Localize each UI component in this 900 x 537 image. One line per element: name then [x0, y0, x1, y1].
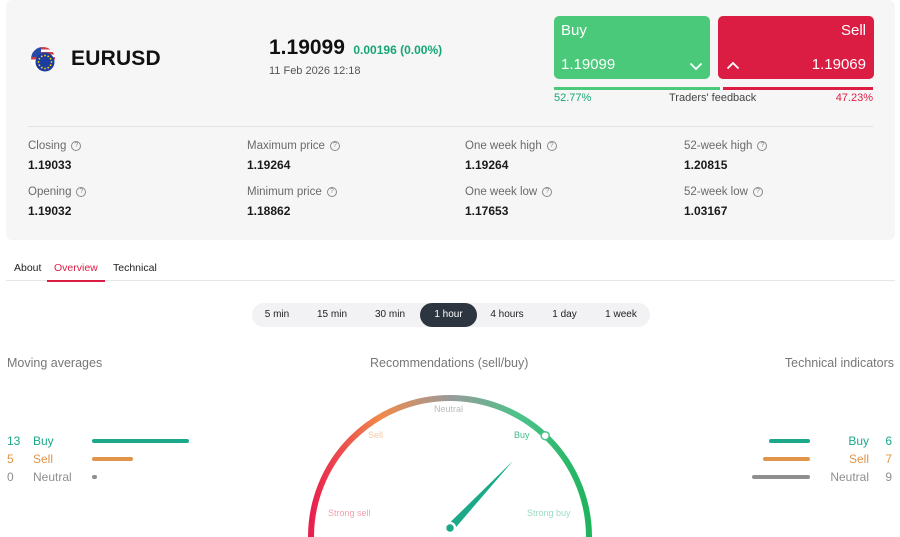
traders-feedback-bar: [554, 87, 873, 90]
section-tabs: About Overview Technical: [6, 257, 895, 282]
gauge-position-dot: [540, 430, 550, 441]
info-icon[interactable]: ?: [752, 187, 763, 197]
technical-indicators-title: Technical indicators: [784, 356, 894, 370]
period-1-week[interactable]: 1 week: [596, 303, 646, 327]
chevron-up-icon: [726, 59, 740, 71]
stat-52-week-low: 52-week low? 1.03167: [684, 186, 763, 218]
feedback-buy-fill: [554, 87, 720, 90]
ti-neutral-count: 9: [885, 470, 892, 484]
stat-label: 52-week low: [684, 186, 748, 198]
stat-value: 1.19032: [28, 204, 72, 218]
stat-label: One week high: [465, 140, 542, 152]
feedback-sell-percent: 47.23%: [835, 92, 873, 104]
stat-one-week-low: One week low? 1.17653: [465, 186, 553, 218]
ti-buy-count: 6: [885, 434, 892, 448]
buy-label: Buy: [561, 22, 587, 39]
ti-buy-bar: [769, 439, 810, 443]
ma-sell-bar: [92, 457, 133, 461]
buy-price: 1.19099: [561, 56, 616, 73]
price-block: 1.19099 0.00196 (0.00%) 11 Feb 2026 12:1…: [269, 36, 442, 77]
gauge-label-strong-sell: Strong sell: [328, 508, 371, 518]
stat-opening: Opening? 1.19032: [28, 186, 87, 218]
period-1-day[interactable]: 1 day: [542, 303, 587, 327]
stat-value: 1.19033: [28, 158, 72, 172]
info-icon[interactable]: ?: [546, 141, 557, 151]
ma-buy-label: Buy: [33, 434, 54, 448]
period-15-min[interactable]: 15 min: [306, 303, 358, 327]
symbol-name: EURUSD: [71, 47, 161, 70]
gauge-label-neutral: Neutral: [434, 404, 463, 414]
ma-buy-bar: [92, 439, 189, 443]
gauge-label-buy: Buy: [514, 430, 530, 440]
feedback-sell-fill: [723, 87, 873, 90]
recommendation-gauge: Strong sell Sell Neutral Buy Strong buy: [300, 378, 600, 537]
stat-one-week-high: One week high? 1.19264: [465, 140, 557, 172]
timeframe-selector: 5 min 15 min 30 min 1 hour 4 hours 1 day…: [252, 303, 650, 327]
feedback-buy-percent: 52.77%: [554, 92, 592, 104]
stat-value: 1.03167: [684, 204, 728, 218]
stat-52-week-high: 52-week high? 1.20815: [684, 140, 768, 172]
current-price: 1.19099: [269, 36, 345, 59]
stat-maximum-price: Maximum price? 1.19264: [247, 140, 340, 172]
stat-minimum-price: Minimum price? 1.18862: [247, 186, 337, 218]
chevron-down-icon: [689, 59, 703, 71]
info-icon[interactable]: ?: [757, 141, 768, 151]
stat-label: 52-week high: [684, 140, 753, 152]
card-divider: [28, 126, 873, 127]
ti-sell-bar: [763, 457, 810, 461]
tab-overview[interactable]: Overview: [47, 262, 105, 282]
ma-neutral-count: 0: [7, 470, 14, 484]
sell-price: 1.19069: [811, 56, 866, 73]
price-datetime: 11 Feb 2026 12:18: [269, 65, 361, 77]
gauge-label-strong-buy: Strong buy: [527, 508, 571, 518]
info-icon[interactable]: ?: [76, 187, 87, 197]
period-30-min[interactable]: 30 min: [364, 303, 416, 327]
stat-value: 1.20815: [684, 158, 728, 172]
price-change: 0.00196 (0.00%): [353, 43, 443, 57]
moving-averages-title: Moving averages: [7, 356, 103, 370]
ti-neutral-bar: [752, 475, 810, 479]
ti-sell-count: 7: [885, 452, 892, 466]
ma-neutral-bar: [92, 475, 97, 479]
gauge-needle-pivot: [443, 521, 457, 535]
stat-value: 1.18862: [247, 204, 291, 218]
sell-label: Sell: [840, 22, 866, 39]
ma-sell-count: 5: [7, 452, 14, 466]
period-5-min[interactable]: 5 min: [256, 303, 298, 327]
instrument-symbol: EURUSD: [28, 44, 161, 74]
stat-label: Opening: [28, 186, 72, 198]
stat-label: Closing: [28, 140, 67, 152]
traders-feedback-label: Traders' feedback: [669, 92, 757, 104]
ma-neutral-label: Neutral: [33, 470, 72, 484]
stat-label: Minimum price: [247, 186, 322, 198]
info-icon[interactable]: ?: [71, 141, 82, 151]
tab-about[interactable]: About: [14, 262, 41, 280]
stat-value: 1.19264: [247, 158, 291, 172]
sell-button[interactable]: Sell 1.19069: [718, 16, 874, 79]
stat-label: Maximum price: [247, 140, 325, 152]
info-icon[interactable]: ?: [329, 141, 340, 151]
eur-usd-flag-icon: [28, 44, 58, 74]
ma-buy-count: 13: [7, 434, 21, 448]
ti-neutral-label: Neutral: [830, 470, 869, 484]
gauge-label-sell: Sell: [368, 430, 383, 440]
stat-label: One week low: [465, 186, 538, 198]
info-icon[interactable]: ?: [326, 187, 337, 197]
period-4-hours[interactable]: 4 hours: [482, 303, 532, 327]
gauge-needle: [447, 460, 513, 531]
stat-closing: Closing? 1.19033: [28, 140, 82, 172]
tab-technical[interactable]: Technical: [113, 262, 157, 280]
period-1-hour[interactable]: 1 hour: [420, 303, 477, 327]
ma-sell-label: Sell: [33, 452, 54, 466]
ti-buy-label: Buy: [848, 434, 869, 448]
info-icon[interactable]: ?: [542, 187, 553, 197]
stat-value: 1.19264: [465, 158, 509, 172]
ti-sell-label: Sell: [848, 452, 869, 466]
recommendations-title: Recommendations (sell/buy): [370, 356, 529, 370]
stat-value: 1.17653: [465, 204, 509, 218]
buy-button[interactable]: Buy 1.19099: [554, 16, 710, 79]
